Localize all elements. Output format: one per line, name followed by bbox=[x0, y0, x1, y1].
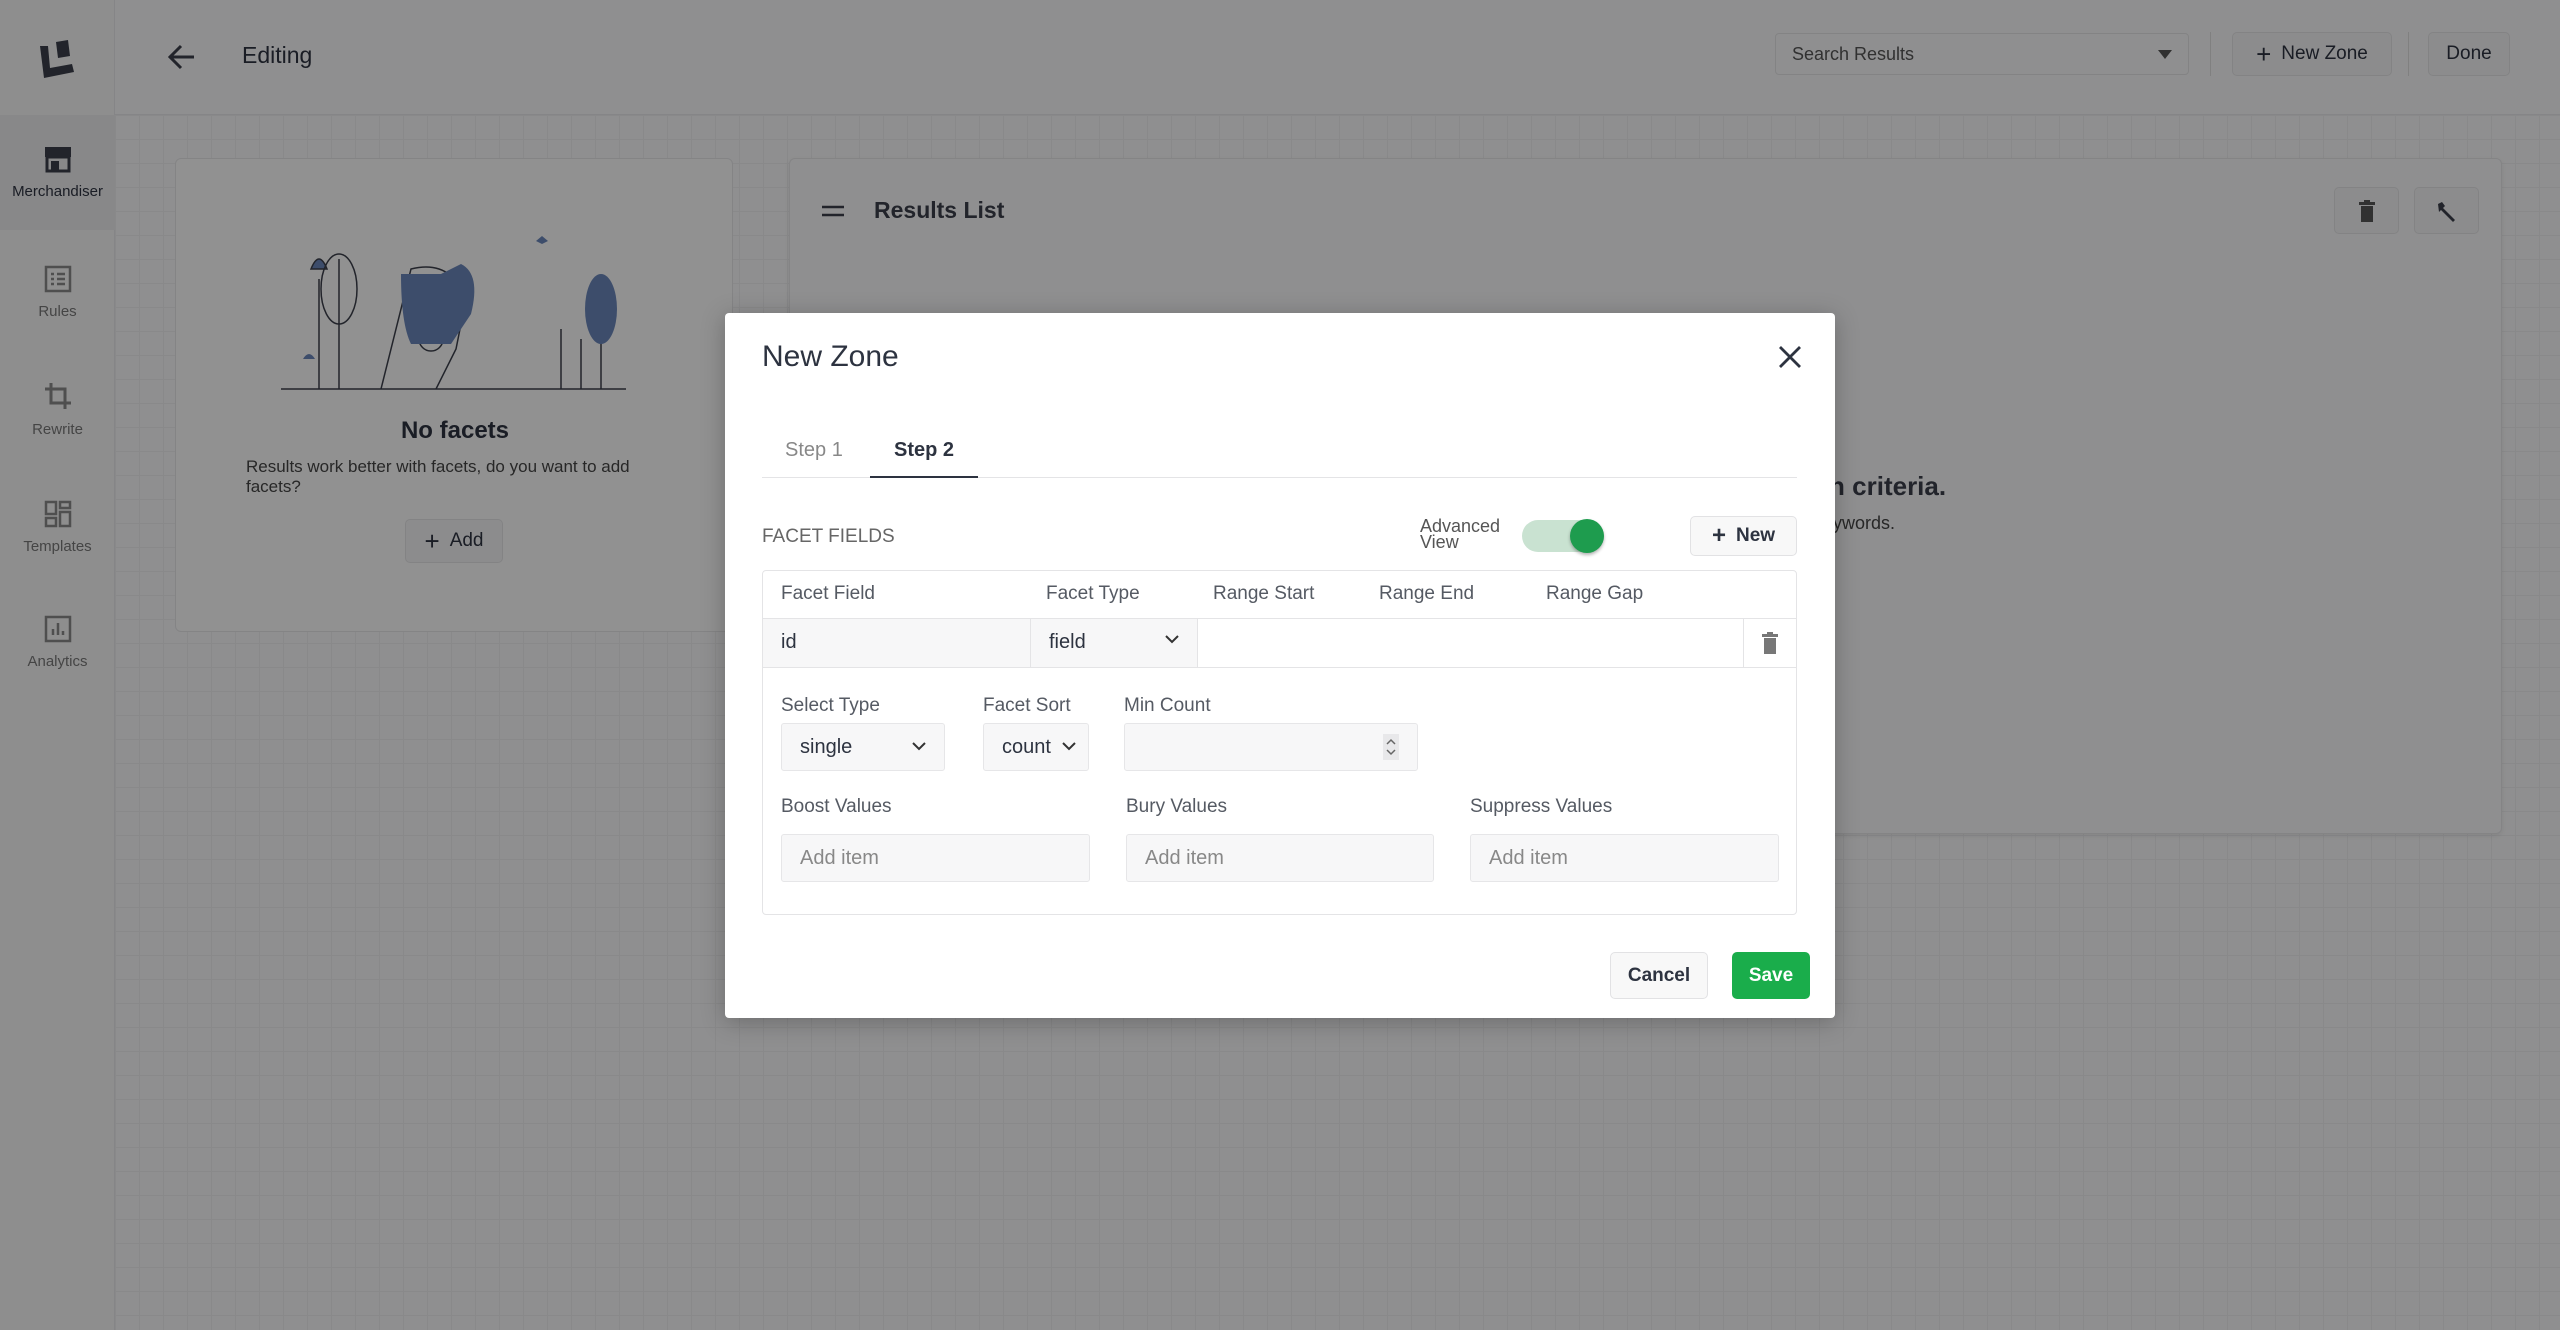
min-count-input[interactable] bbox=[1124, 723, 1418, 771]
bury-values-label: Bury Values bbox=[1126, 796, 1228, 817]
tab-step-1[interactable]: Step 1 bbox=[785, 439, 843, 462]
suppress-values-input[interactable]: Add item bbox=[1470, 834, 1779, 882]
col-facet-field: Facet Field bbox=[781, 583, 875, 604]
number-stepper-icon[interactable] bbox=[1383, 734, 1399, 760]
advanced-view-label: Advanced View bbox=[1420, 516, 1501, 552]
bury-values-input[interactable]: Add item bbox=[1126, 834, 1434, 882]
select-type-select[interactable]: single bbox=[781, 723, 945, 771]
facet-type-select[interactable]: field bbox=[1031, 619, 1198, 667]
facet-field-input[interactable]: id bbox=[763, 619, 1031, 667]
col-facet-type: Facet Type bbox=[1046, 583, 1140, 604]
delete-row-button[interactable] bbox=[1743, 619, 1796, 667]
tab-step-2[interactable]: Step 2 bbox=[870, 425, 978, 478]
facet-type-value: field bbox=[1049, 631, 1086, 653]
facet-sort-label: Facet Sort bbox=[983, 695, 1071, 716]
cancel-button[interactable]: Cancel bbox=[1610, 952, 1708, 999]
new-zone-dialog: New Zone Step 1 Step 2 FACET FIELDS Adva… bbox=[725, 313, 1835, 1018]
chevron-down-icon bbox=[1062, 742, 1076, 751]
facet-sort-value: count bbox=[1002, 735, 1051, 758]
boost-values-label: Boost Values bbox=[781, 796, 892, 817]
min-count-label: Min Count bbox=[1124, 695, 1211, 716]
advanced-view-toggle[interactable] bbox=[1522, 519, 1604, 553]
facet-sort-select[interactable]: count bbox=[983, 723, 1089, 771]
select-type-value: single bbox=[800, 735, 853, 758]
select-type-label: Select Type bbox=[781, 695, 880, 716]
col-range-end: Range End bbox=[1379, 583, 1475, 604]
close-icon[interactable] bbox=[1779, 346, 1801, 368]
section-title: FACET FIELDS bbox=[762, 526, 895, 547]
chevron-down-icon bbox=[912, 742, 926, 751]
boost-values-input[interactable]: Add item bbox=[781, 834, 1090, 882]
dialog-title: New Zone bbox=[762, 340, 899, 373]
new-facet-button[interactable]: + New bbox=[1690, 516, 1797, 556]
facet-table: Facet Field Facet Type Range Start Range… bbox=[762, 570, 1797, 915]
col-range-gap: Range Gap bbox=[1546, 583, 1644, 604]
trash-icon bbox=[1762, 632, 1778, 654]
table-row: id field bbox=[763, 618, 1796, 668]
toggle-knob bbox=[1570, 519, 1604, 553]
save-button[interactable]: Save bbox=[1732, 952, 1810, 999]
suppress-values-label: Suppress Values bbox=[1470, 796, 1613, 817]
chevron-down-icon bbox=[1165, 635, 1179, 644]
col-range-start: Range Start bbox=[1213, 583, 1315, 604]
new-label: New bbox=[1735, 525, 1776, 546]
plus-icon: + bbox=[1711, 522, 1726, 549]
